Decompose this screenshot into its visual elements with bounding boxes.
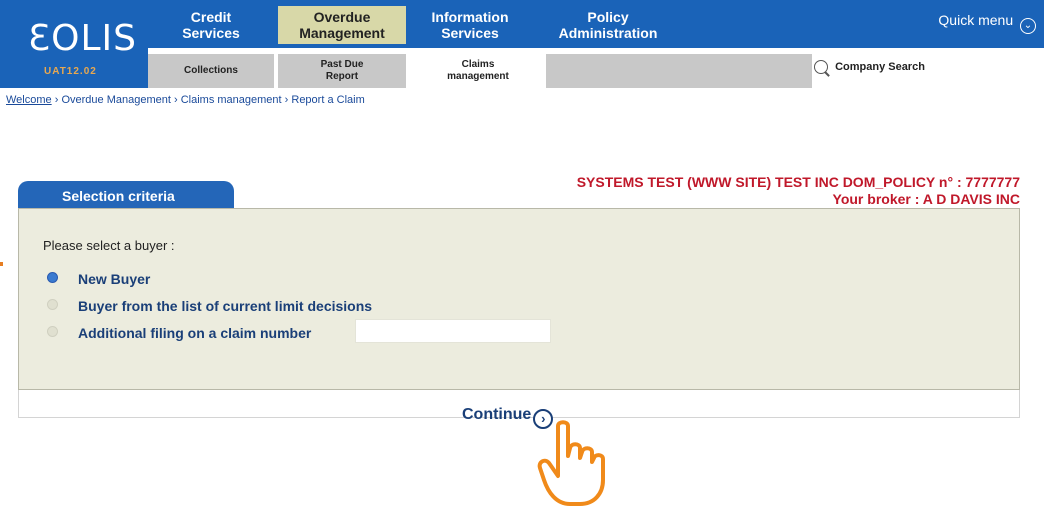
logo-text: ƐOLIS: [28, 18, 137, 59]
buyer-prompt: Please select a buyer :: [43, 238, 175, 253]
broker-line: Your broker : A D DAVIS INC: [832, 191, 1020, 207]
policy-info: SYSTEMS TEST (WWW SITE) TEST INC DOM_POL…: [577, 174, 1020, 208]
subtab-past-due-report[interactable]: Past Due Report: [278, 54, 406, 88]
radio-new-buyer[interactable]: [47, 272, 58, 283]
option-label: New Buyer: [78, 271, 151, 287]
tab-information-services[interactable]: Information Services: [410, 6, 530, 44]
subtab-collections[interactable]: Collections: [148, 54, 274, 88]
company-search-link[interactable]: Company Search: [814, 60, 925, 74]
side-marker: [0, 262, 3, 266]
company-search-label: Company Search: [835, 61, 925, 73]
selection-criteria-tab: Selection criteria: [18, 181, 234, 209]
breadcrumb-current: Report a Claim: [291, 94, 365, 106]
quick-menu-button[interactable]: Quick menu ⌄: [938, 12, 1036, 34]
eolis-logo[interactable]: ƐOLIS UAT12.02: [0, 0, 148, 88]
policy-line: SYSTEMS TEST (WWW SITE) TEST INC DOM_POL…: [576, 174, 1020, 190]
subnav-filler: [546, 54, 812, 88]
selection-panel: Please select a buyer : New Buyer Buyer …: [18, 208, 1020, 390]
tab-credit-services[interactable]: Credit Services: [148, 6, 274, 44]
option-additional-filing[interactable]: Additional filing on a claim number: [47, 325, 311, 341]
quick-menu-label: Quick menu: [938, 12, 1014, 28]
breadcrumb-overdue[interactable]: Overdue Management: [61, 94, 170, 106]
tab-overdue-management[interactable]: Overdue Management: [278, 6, 406, 44]
top-navigation: Credit Services Overdue Management Informa…: [148, 0, 1044, 48]
breadcrumb-welcome[interactable]: Welcome: [6, 94, 52, 106]
search-icon: [814, 60, 828, 74]
chevron-down-icon: ⌄: [1020, 18, 1036, 34]
option-label: Additional filing on a claim number: [78, 325, 312, 341]
subtab-claims-management[interactable]: Claims management: [410, 54, 546, 88]
sub-navigation: Collections Past Due Report Claims managem…: [148, 48, 1044, 88]
radio-current-limit[interactable]: [47, 299, 58, 310]
pointing-hand-icon: [537, 420, 605, 506]
option-new-buyer[interactable]: New Buyer: [47, 271, 150, 287]
claim-number-input[interactable]: [355, 319, 551, 343]
option-label: Buyer from the list of current limit dec…: [78, 298, 373, 314]
breadcrumb-claims[interactable]: Claims management: [181, 94, 282, 106]
logo-version: UAT12.02: [44, 66, 97, 77]
continue-label: Continue: [462, 406, 532, 423]
option-current-limit[interactable]: Buyer from the list of current limit dec…: [47, 298, 372, 314]
breadcrumb: Welcome › Overdue Management › Claims ma…: [6, 94, 365, 106]
radio-additional-filing[interactable]: [47, 326, 58, 337]
tab-policy-administration[interactable]: Policy Administration: [540, 6, 676, 44]
